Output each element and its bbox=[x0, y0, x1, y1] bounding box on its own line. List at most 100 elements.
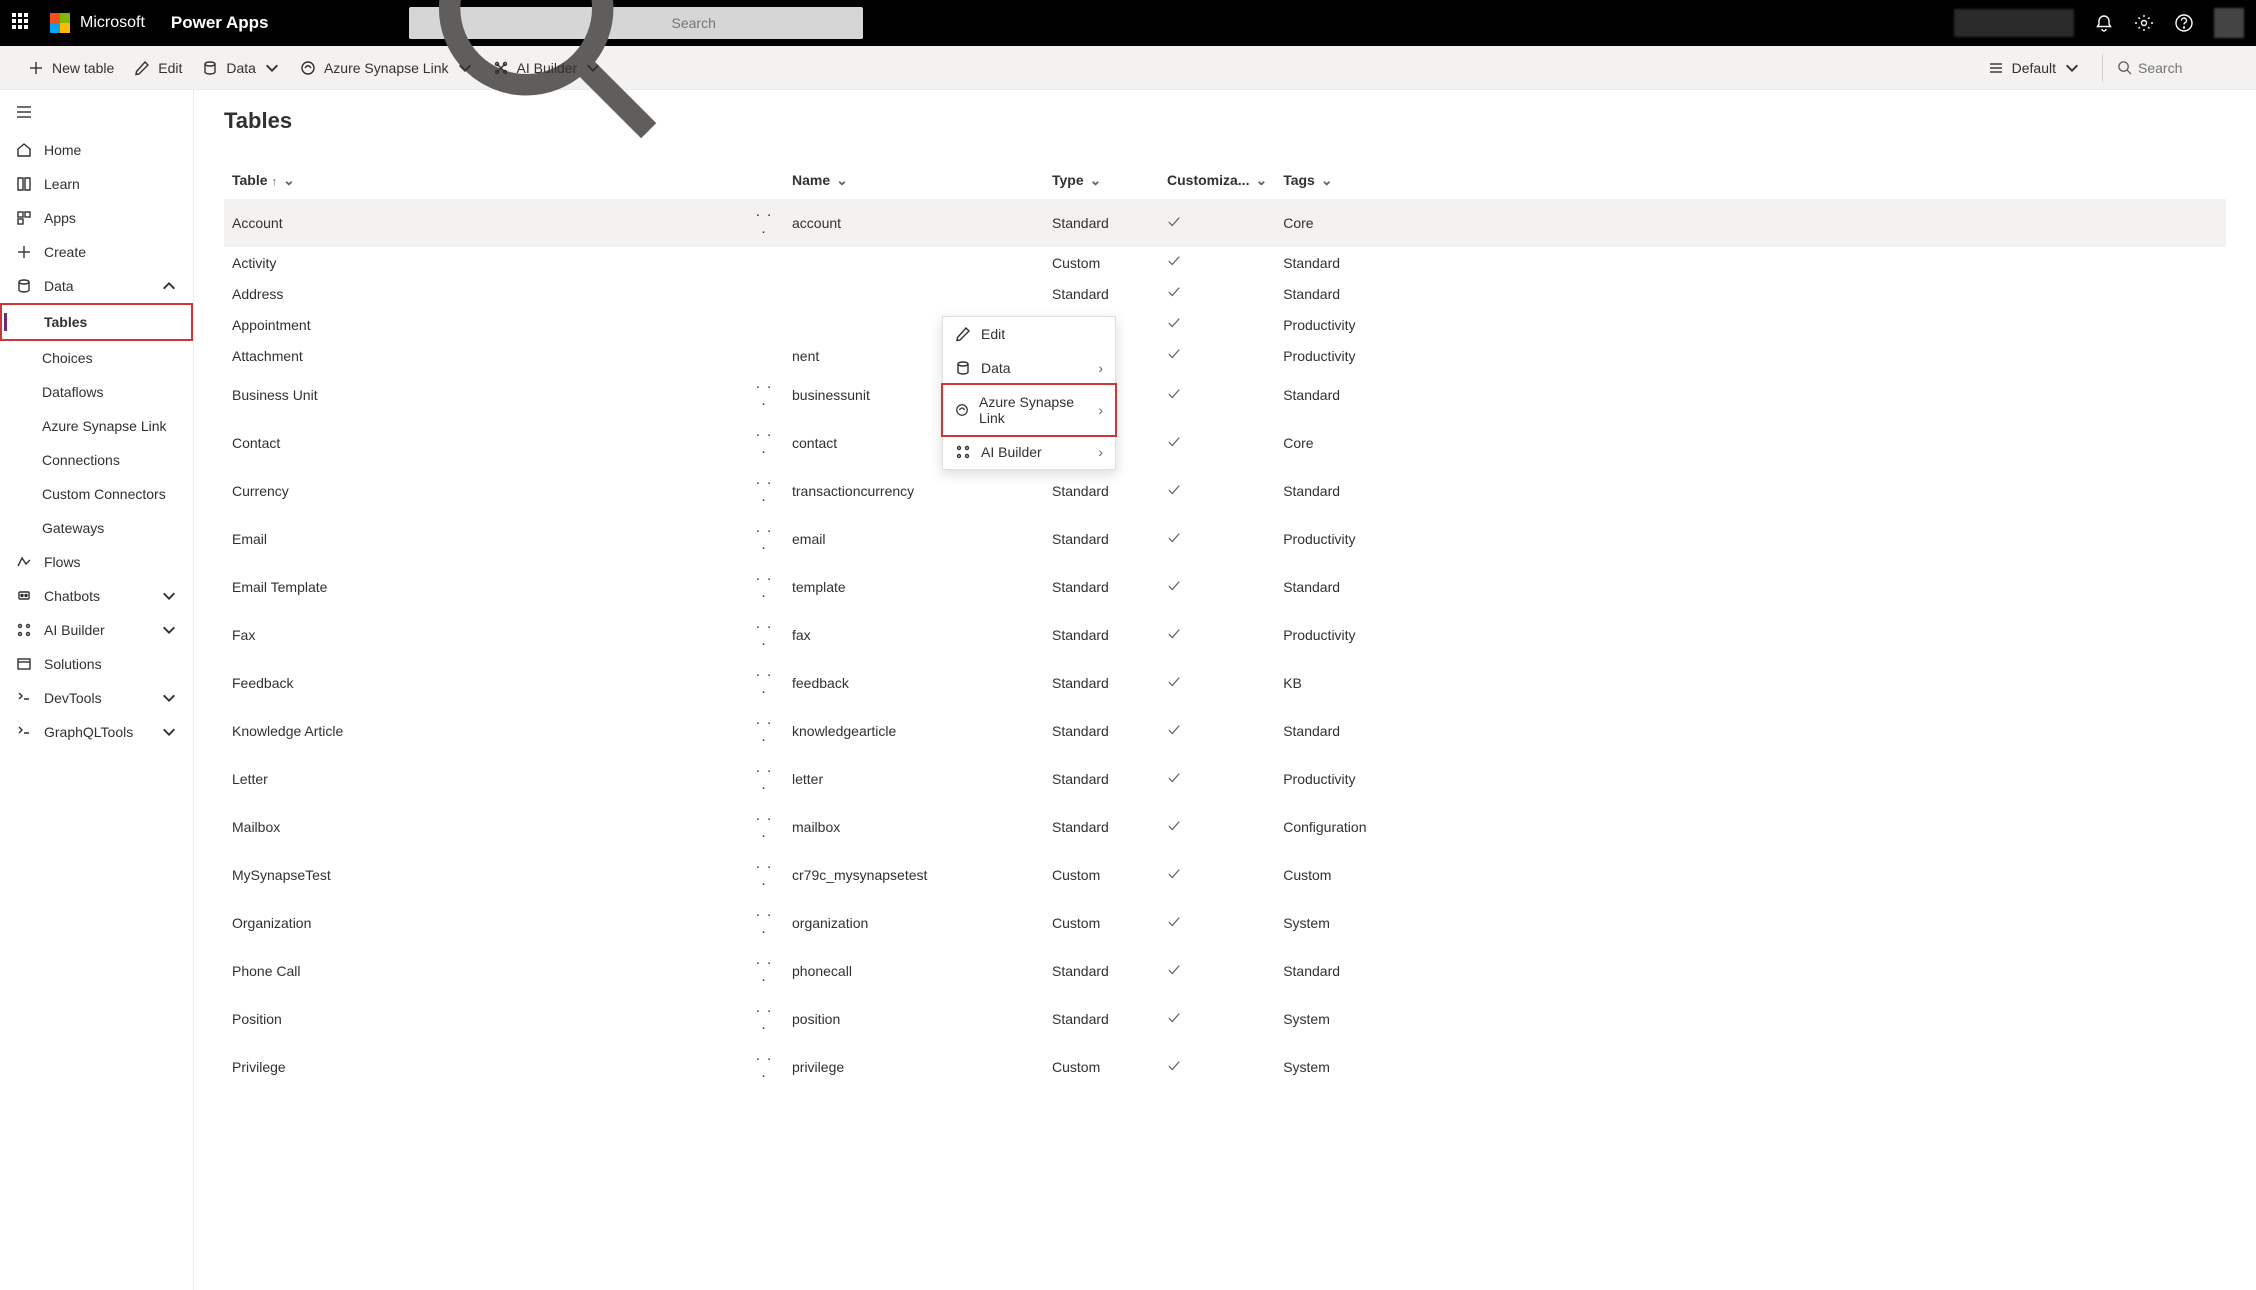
synapse-button[interactable]: Azure Synapse Link bbox=[290, 46, 483, 89]
sidebar-item-tables[interactable]: Tables bbox=[0, 303, 193, 341]
table-row[interactable]: Account· · ·accountStandardCore bbox=[224, 199, 2226, 247]
table-row[interactable]: Currency· · ·transactioncurrencyStandard… bbox=[224, 467, 2226, 515]
sidebar-item-learn[interactable]: Learn bbox=[0, 167, 193, 201]
cell-table: Letter bbox=[224, 755, 744, 803]
row-more-button[interactable]: · · · bbox=[744, 707, 784, 755]
row-more-button[interactable]: · · · bbox=[744, 995, 784, 1043]
table-row[interactable]: AddressStandardStandard bbox=[224, 278, 2226, 309]
view-picker[interactable]: Default bbox=[1978, 60, 2090, 76]
row-more-button[interactable]: · · · bbox=[744, 947, 784, 995]
context-menu-edit[interactable]: Edit bbox=[943, 317, 1115, 351]
sidebar-item-label: Data bbox=[44, 278, 74, 294]
sidebar-item-label: Tables bbox=[44, 314, 87, 330]
row-more-button[interactable]: · · · bbox=[744, 659, 784, 707]
table-row[interactable]: Position· · ·positionStandardSystem bbox=[224, 995, 2226, 1043]
cell-type: Standard bbox=[1044, 995, 1159, 1043]
sidebar-item-dataflows[interactable]: Dataflows bbox=[0, 375, 193, 409]
table-row[interactable]: Phone Call· · ·phonecallStandardStandard bbox=[224, 947, 2226, 995]
table-row[interactable]: Knowledge Article· · ·knowledgearticleSt… bbox=[224, 707, 2226, 755]
row-more-button[interactable]: · · · bbox=[744, 1043, 784, 1091]
settings-icon[interactable] bbox=[2134, 13, 2154, 33]
row-more-button[interactable]: · · · bbox=[744, 199, 784, 247]
cell-customizable bbox=[1159, 1043, 1275, 1091]
notifications-icon[interactable] bbox=[2094, 13, 2114, 33]
row-more-button[interactable]: · · · bbox=[744, 563, 784, 611]
help-icon[interactable] bbox=[2174, 13, 2194, 33]
table-row[interactable]: AppointmentStandardProductivity bbox=[224, 309, 2226, 340]
row-more-button[interactable]: · · · bbox=[744, 467, 784, 515]
sidebar-item-label: Apps bbox=[44, 210, 76, 226]
row-more-button[interactable]: · · · bbox=[744, 419, 784, 467]
table-row[interactable]: Privilege· · ·privilegeCustomSystem bbox=[224, 1043, 2226, 1091]
table-row[interactable]: ActivityCustomStandard bbox=[224, 247, 2226, 278]
sidebar-item-gateways[interactable]: Gateways bbox=[0, 511, 193, 545]
row-more-button[interactable]: · · · bbox=[744, 851, 784, 899]
table-row[interactable]: Letter· · ·letterStandardProductivity bbox=[224, 755, 2226, 803]
row-more-button[interactable]: · · · bbox=[744, 803, 784, 851]
context-menu-data[interactable]: Data › bbox=[943, 351, 1115, 385]
row-more-button[interactable]: · · · bbox=[744, 755, 784, 803]
table-row[interactable]: Fax· · ·faxStandardProductivity bbox=[224, 611, 2226, 659]
sidebar-item-devtools[interactable]: DevTools bbox=[0, 681, 193, 715]
row-more-button[interactable] bbox=[744, 278, 784, 309]
table-row[interactable]: Feedback· · ·feedbackStandardKB bbox=[224, 659, 2226, 707]
row-more-button[interactable] bbox=[744, 340, 784, 371]
command-search-input[interactable] bbox=[2138, 60, 2238, 76]
sidebar-item-graphql[interactable]: GraphQLTools bbox=[0, 715, 193, 749]
book-icon bbox=[16, 176, 32, 192]
command-search[interactable] bbox=[2102, 54, 2238, 82]
table-row[interactable]: Business Unit· · ·businessunitStandardSt… bbox=[224, 371, 2226, 419]
sidebar-item-custom-connectors[interactable]: Custom Connectors bbox=[0, 477, 193, 511]
data-button[interactable]: Data bbox=[192, 46, 290, 89]
avatar[interactable] bbox=[2214, 8, 2244, 38]
environment-picker[interactable] bbox=[1954, 9, 2074, 37]
column-header-customizable[interactable]: Customiza...⌄ bbox=[1159, 162, 1275, 199]
hamburger-button[interactable] bbox=[0, 98, 193, 133]
sidebar-item-flows[interactable]: Flows bbox=[0, 545, 193, 579]
table-row[interactable]: Email Template· · ·templateStandardStand… bbox=[224, 563, 2226, 611]
row-more-button[interactable] bbox=[744, 247, 784, 278]
context-menu-ai-builder[interactable]: AI Builder › bbox=[943, 435, 1115, 469]
synapse-icon bbox=[300, 60, 316, 76]
sidebar-item-connections[interactable]: Connections bbox=[0, 443, 193, 477]
sidebar-item-chatbots[interactable]: Chatbots bbox=[0, 579, 193, 613]
cell-customizable bbox=[1159, 371, 1275, 419]
global-search[interactable] bbox=[409, 7, 863, 39]
cell-customizable bbox=[1159, 659, 1275, 707]
cell-table: Email bbox=[224, 515, 744, 563]
sidebar-item-solutions[interactable]: Solutions bbox=[0, 647, 193, 681]
column-header-name[interactable]: Name⌄ bbox=[784, 162, 1044, 199]
column-header-tags[interactable]: Tags⌄ bbox=[1275, 162, 2226, 199]
table-row[interactable]: Contact· · ·contactStandardCore bbox=[224, 419, 2226, 467]
sidebar-item-home[interactable]: Home bbox=[0, 133, 193, 167]
cell-tags: Standard bbox=[1275, 278, 2226, 309]
sidebar-item-label: Azure Synapse Link bbox=[42, 418, 167, 434]
sidebar-item-choices[interactable]: Choices bbox=[0, 341, 193, 375]
context-menu-synapse[interactable]: Azure Synapse Link › bbox=[941, 383, 1117, 437]
new-table-button[interactable]: New table bbox=[18, 46, 124, 89]
sidebar-item-data[interactable]: Data bbox=[0, 269, 193, 303]
table-row[interactable]: Mailbox· · ·mailboxStandardConfiguration bbox=[224, 803, 2226, 851]
row-more-button[interactable] bbox=[744, 309, 784, 340]
sidebar-item-synapse[interactable]: Azure Synapse Link bbox=[0, 409, 193, 443]
row-more-button[interactable]: · · · bbox=[744, 515, 784, 563]
table-row[interactable]: Email· · ·emailStandardProductivity bbox=[224, 515, 2226, 563]
global-search-input[interactable] bbox=[664, 15, 853, 31]
sidebar-item-apps[interactable]: Apps bbox=[0, 201, 193, 235]
row-more-button[interactable]: · · · bbox=[744, 371, 784, 419]
sidebar-item-create[interactable]: Create bbox=[0, 235, 193, 269]
row-more-button[interactable]: · · · bbox=[744, 899, 784, 947]
row-more-button[interactable]: · · · bbox=[744, 611, 784, 659]
edit-button[interactable]: Edit bbox=[124, 46, 192, 89]
app-launcher-icon[interactable] bbox=[12, 13, 32, 33]
table-row[interactable]: AttachmentnentStandardProductivity bbox=[224, 340, 2226, 371]
column-header-table[interactable]: Table↑⌄ bbox=[224, 162, 744, 199]
cell-customizable bbox=[1159, 467, 1275, 515]
sidebar-item-ai-builder[interactable]: AI Builder bbox=[0, 613, 193, 647]
table-row[interactable]: MySynapseTest· · ·cr79c_mysynapsetestCus… bbox=[224, 851, 2226, 899]
column-header-type[interactable]: Type⌄ bbox=[1044, 162, 1159, 199]
ai-builder-button[interactable]: AI Builder bbox=[483, 46, 612, 89]
table-row[interactable]: Organization· · ·organizationCustomSyste… bbox=[224, 899, 2226, 947]
cell-customizable bbox=[1159, 199, 1275, 247]
sidebar-item-label: GraphQLTools bbox=[44, 724, 133, 740]
